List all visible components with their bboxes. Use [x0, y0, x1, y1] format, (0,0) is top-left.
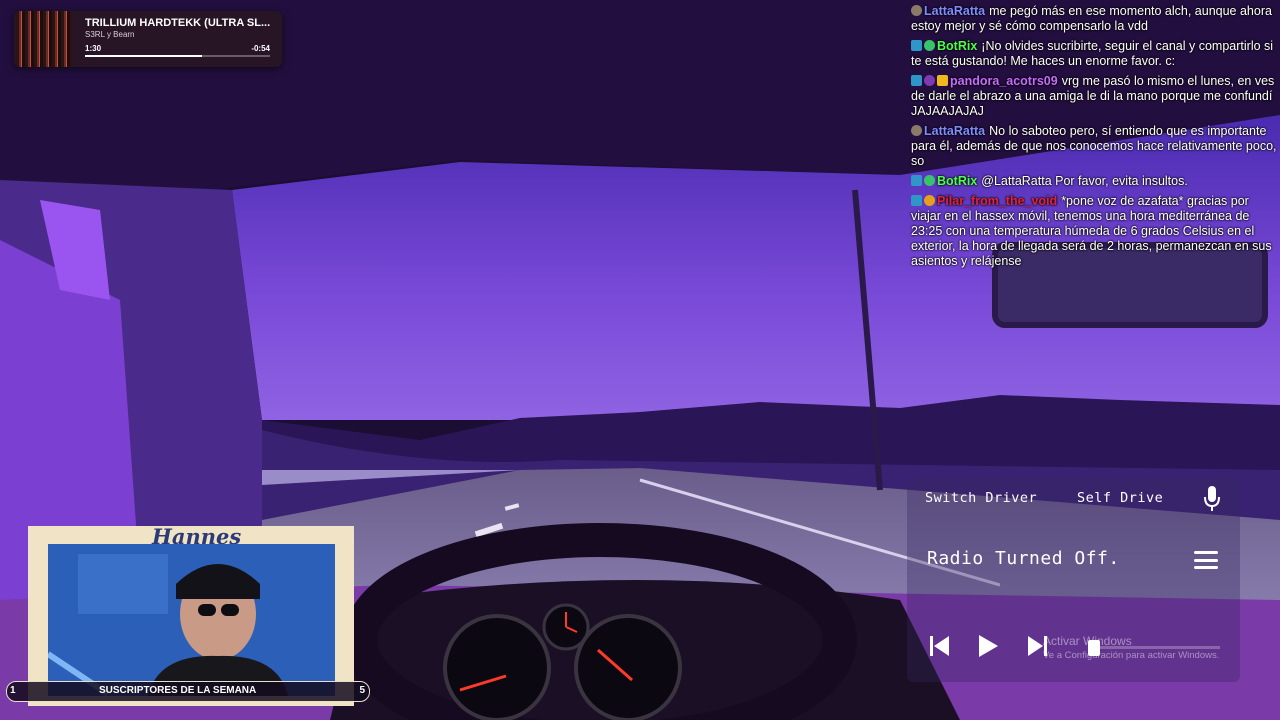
- track-artist: S3RL y Bearn: [85, 30, 135, 39]
- one-badge-icon: [924, 195, 935, 206]
- chat-message: BotRix ¡No olvides sucribirte, seguir el …: [911, 39, 1277, 69]
- chat-message: LattaRatta No lo saboteo pero, sí entiend…: [911, 124, 1277, 169]
- menu-icon[interactable]: [1194, 551, 1218, 569]
- crown-badge-icon: [937, 75, 948, 86]
- chat-message: Pilar_from_the_void *pone voz de azafata*…: [911, 194, 1277, 269]
- time-elapsed: 1:30: [85, 44, 102, 53]
- now-playing-widget: TRILLIUM HARDTEKK (ULTRA SL... S3RL y Be…: [14, 11, 282, 67]
- chat-username[interactable]: BotRix: [937, 39, 977, 53]
- chat-username[interactable]: LattaRatta: [924, 124, 985, 138]
- purple-badge-icon: [924, 75, 935, 86]
- windows-activation-text: Ve a Configuración para activar Windows.: [1043, 650, 1220, 661]
- track-title: TRILLIUM HARDTEKK (ULTRA SL...: [85, 17, 271, 29]
- play-icon[interactable]: [975, 633, 1001, 659]
- chat-text: @LattaRatta Por favor, evita insultos.: [981, 174, 1188, 188]
- subs-label: SUSCRIPTORES DE LA SEMANA: [99, 685, 257, 696]
- chat-message: LattaRatta me pegó más en ese momento alc…: [911, 4, 1277, 34]
- chat-overlay: LattaRatta me pegó más en ese momento alc…: [911, 4, 1277, 274]
- chat-username[interactable]: LattaRatta: [924, 4, 985, 18]
- switch-driver-button[interactable]: Switch Driver: [925, 490, 1037, 506]
- prime-badge-icon: [911, 175, 922, 186]
- green-badge-icon: [924, 40, 935, 51]
- radio-status: Radio Turned Off.: [927, 548, 1120, 569]
- chat-username[interactable]: pandora_acotrs09: [950, 74, 1058, 88]
- track-progress-fill: [85, 55, 202, 57]
- webcam-video: [48, 544, 335, 696]
- windows-activation-title: Activar Windows: [1043, 634, 1132, 648]
- green-badge-icon: [924, 175, 935, 186]
- album-art: [16, 11, 72, 67]
- chat-message: BotRix @LattaRatta Por favor, evita insul…: [911, 174, 1277, 189]
- grey-badge-icon: [911, 125, 922, 136]
- weekly-subscribers-bar: 1 SUSCRIPTORES DE LA SEMANA 5: [6, 681, 370, 702]
- chat-message: pandora_acotrs09 vrg me pasó lo mismo el …: [911, 74, 1277, 119]
- microphone-icon[interactable]: [1203, 486, 1221, 512]
- track-progress-bar: [85, 55, 270, 57]
- subs-left-count: 1: [10, 685, 16, 696]
- chat-username[interactable]: Pilar_from_the_void: [937, 194, 1057, 208]
- prime-badge-icon: [911, 40, 922, 51]
- speedometer: [443, 614, 551, 720]
- webcam-frame: Hannes: [28, 524, 354, 706]
- grey-badge-icon: [911, 5, 922, 16]
- prime-badge-icon: [911, 195, 922, 206]
- previous-icon[interactable]: [927, 633, 953, 659]
- tachometer: [574, 614, 682, 720]
- subs-right-count: 5: [359, 685, 365, 696]
- prime-badge-icon: [911, 75, 922, 86]
- self-drive-button[interactable]: Self Drive: [1077, 490, 1163, 506]
- chat-username[interactable]: BotRix: [937, 174, 977, 188]
- time-remaining: -0:54: [251, 44, 270, 53]
